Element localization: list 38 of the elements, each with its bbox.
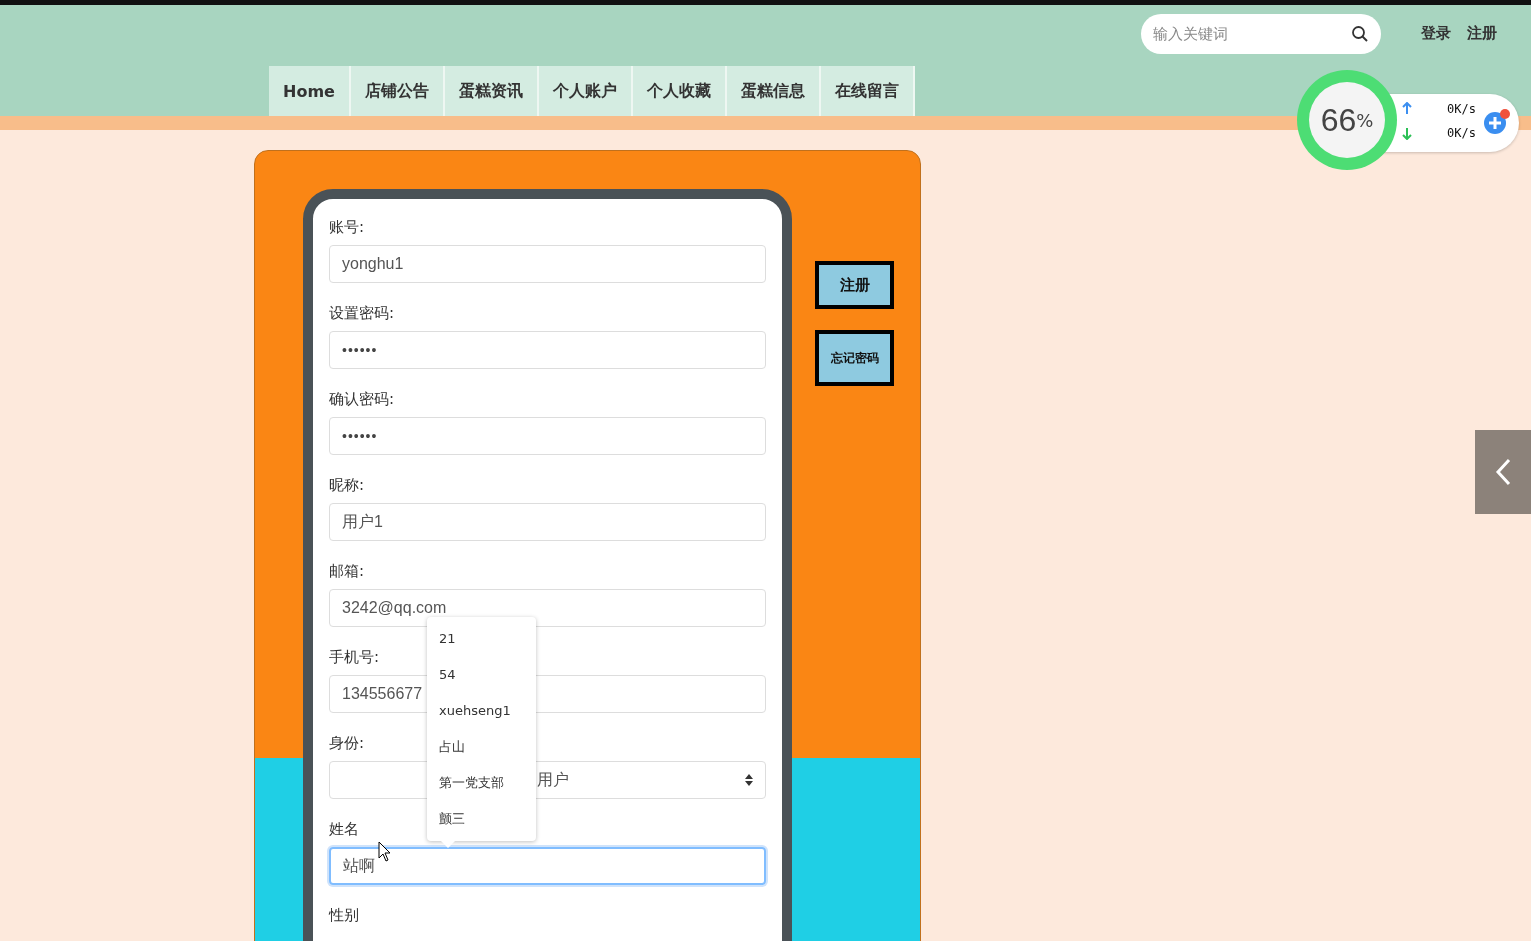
cursor-icon	[378, 841, 392, 863]
header-link[interactable]: 注册	[1467, 24, 1497, 43]
upload-arrow-icon	[1402, 102, 1412, 114]
plus-icon[interactable]	[1483, 108, 1511, 136]
nav-tab[interactable]: Home	[269, 66, 351, 116]
field-label: 姓名	[329, 819, 359, 839]
upload-speed: 0K/s	[1447, 102, 1476, 116]
field-label: 账号:	[329, 217, 365, 237]
nav-tab[interactable]: 个人账户	[538, 66, 633, 116]
field-label: 身份:	[329, 733, 365, 753]
field-label: 设置密码:	[329, 303, 395, 323]
field-label: 确认密码:	[329, 389, 395, 409]
download-speed: 0K/s	[1447, 126, 1476, 140]
header-link[interactable]: 登录	[1421, 24, 1451, 43]
chevron-left-icon	[1495, 458, 1511, 486]
collapse-tab[interactable]	[1475, 430, 1531, 514]
field-label: 邮箱:	[329, 561, 365, 581]
search-icon[interactable]	[1351, 25, 1369, 43]
nav-tab[interactable]: 在线留言	[820, 66, 915, 116]
input-field[interactable]: 站啊	[329, 847, 766, 885]
field-label: 昵称:	[329, 475, 365, 495]
suggestion-item[interactable]: 第一党支部	[427, 765, 536, 801]
input-field[interactable]: 用户1	[329, 503, 766, 541]
suggestion-item[interactable]: 颤三	[427, 801, 536, 837]
sort-caret-icon	[745, 774, 753, 786]
side-button[interactable]: 注册	[815, 261, 894, 309]
nav-tab[interactable]: 店铺公告	[350, 66, 445, 116]
nav-tab[interactable]: 蛋糕信息	[726, 66, 821, 116]
password-field[interactable]: ••••••	[329, 417, 766, 455]
nav-tab[interactable]: 蛋糕资讯	[444, 66, 539, 116]
nav-tab[interactable]: 个人收藏	[632, 66, 727, 116]
field-label: 手机号:	[329, 647, 380, 667]
password-field[interactable]: ••••••	[329, 331, 766, 369]
input-field[interactable]: yonghu1	[329, 245, 766, 283]
side-button[interactable]: 忘记密码	[815, 330, 894, 386]
download-arrow-icon	[1402, 128, 1412, 140]
search-field[interactable]: 输入关键词	[1141, 14, 1381, 54]
field-label: 性别	[329, 905, 359, 925]
